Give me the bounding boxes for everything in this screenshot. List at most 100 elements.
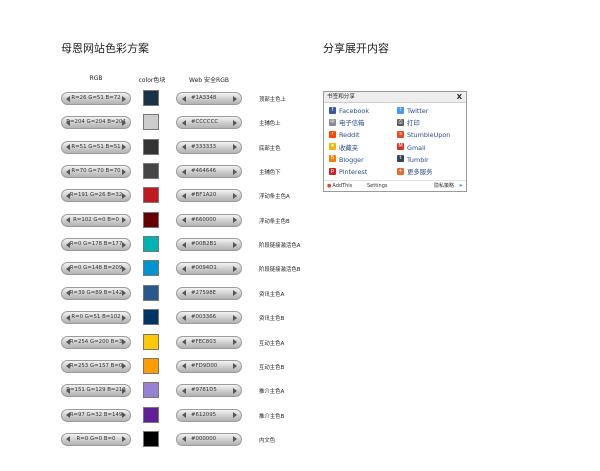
privacy-link[interactable]: 隐私策略 xyxy=(434,181,454,191)
arrow-left-icon[interactable] xyxy=(66,436,70,443)
arrow-right-icon[interactable] xyxy=(233,436,237,443)
web-hex-control[interactable]: #27598E xyxy=(176,286,242,300)
arrow-left-icon[interactable] xyxy=(66,387,70,394)
arrow-left-icon[interactable] xyxy=(66,95,70,102)
share-service-item[interactable]: f Facebook xyxy=(329,106,369,117)
arrow-left-icon[interactable] xyxy=(66,363,70,370)
rgb-value-control[interactable]: R=102 G=0 B=0 xyxy=(61,213,131,227)
addthis-link[interactable]: ●AddThis xyxy=(327,181,352,191)
web-hex-control[interactable]: #9781D5 xyxy=(176,384,242,398)
arrow-left-icon[interactable] xyxy=(182,339,186,345)
arrow-right-icon[interactable] xyxy=(122,290,126,297)
rgb-value-control[interactable]: R=0 G=178 B=177 xyxy=(61,238,131,252)
arrow-right-icon[interactable] xyxy=(122,119,126,126)
arrow-right-icon[interactable] xyxy=(233,412,237,419)
arrow-left-icon[interactable] xyxy=(182,119,186,126)
web-hex-control[interactable]: #464646 xyxy=(176,165,242,179)
arrow-right-icon[interactable] xyxy=(122,95,126,102)
arrow-left-icon[interactable] xyxy=(66,144,70,151)
arrow-left-icon[interactable] xyxy=(182,363,186,370)
arrow-left-icon[interactable] xyxy=(182,217,186,224)
arrow-right-icon[interactable] xyxy=(233,265,237,272)
settings-link[interactable]: Settings xyxy=(367,181,388,191)
arrow-right-icon[interactable] xyxy=(233,363,237,370)
arrow-left-icon[interactable] xyxy=(66,217,70,224)
arrow-left-icon[interactable] xyxy=(182,168,186,175)
arrow-left-icon[interactable] xyxy=(182,314,186,321)
arrow-left-icon[interactable] xyxy=(66,314,70,321)
arrow-left-icon[interactable] xyxy=(182,290,186,297)
web-hex-control[interactable]: #FD9D00 xyxy=(176,359,242,373)
arrow-right-icon[interactable] xyxy=(233,192,237,199)
arrow-right-icon[interactable] xyxy=(233,241,237,248)
share-service-item[interactable]: ⎙ 打印 xyxy=(397,118,420,129)
arrow-right-icon[interactable] xyxy=(233,339,237,345)
web-hex-control[interactable]: #BF1A20 xyxy=(176,189,242,203)
arrow-left-icon[interactable] xyxy=(66,168,70,175)
arrow-left-icon[interactable] xyxy=(182,387,186,394)
arrow-right-icon[interactable] xyxy=(233,95,237,102)
arrow-left-icon[interactable] xyxy=(66,339,70,345)
arrow-left-icon[interactable] xyxy=(182,265,186,272)
rgb-value-control[interactable]: R=204 G=204 B=204 xyxy=(61,116,131,130)
close-icon[interactable]: X xyxy=(457,92,462,102)
rgb-value-control[interactable]: R=253 G=157 B=0 xyxy=(61,359,131,373)
arrow-right-icon[interactable] xyxy=(122,412,126,419)
arrow-left-icon[interactable] xyxy=(66,119,70,126)
arrow-right-icon[interactable] xyxy=(122,192,126,199)
arrow-right-icon[interactable] xyxy=(122,241,126,248)
arrow-right-icon[interactable] xyxy=(233,387,237,394)
rgb-value-control[interactable]: R=26 G=51 B=72 xyxy=(61,92,131,105)
arrow-right-icon[interactable] xyxy=(233,144,237,151)
rgb-value-control[interactable]: R=97 G=32 B=149 xyxy=(61,408,131,422)
web-hex-control[interactable]: #612095 xyxy=(176,408,242,422)
arrow-left-icon[interactable] xyxy=(66,290,70,297)
web-hex-control[interactable]: #00B2B1 xyxy=(176,238,242,252)
share-service-item[interactable]: p Pinterest xyxy=(329,167,367,178)
arrow-left-icon[interactable] xyxy=(182,144,186,151)
share-service-item[interactable]: r Reddit xyxy=(329,130,359,141)
share-service-item[interactable]: B Blogger xyxy=(329,155,364,166)
web-hex-control[interactable]: #CCCCCC xyxy=(176,116,242,130)
arrow-right-icon[interactable] xyxy=(122,265,126,272)
web-hex-control[interactable]: #0094D1 xyxy=(176,262,242,276)
share-service-item[interactable]: ✉ 电子信箱 xyxy=(329,118,365,129)
arrow-left-icon[interactable] xyxy=(182,412,186,419)
share-service-item[interactable]: + 更多服务 xyxy=(397,167,433,178)
share-service-item[interactable]: t Tumblr xyxy=(397,155,429,166)
web-hex-control[interactable]: #000000 xyxy=(176,432,242,446)
arrow-right-icon[interactable] xyxy=(122,168,126,175)
rgb-value-control[interactable]: R=70 G=70 B=70 xyxy=(61,165,131,179)
share-service-item[interactable]: s StumbleUpon xyxy=(397,130,450,141)
web-hex-control[interactable]: #660000 xyxy=(176,213,242,227)
rgb-value-control[interactable]: R=0 G=0 B=0 xyxy=(61,432,131,446)
arrow-left-icon[interactable] xyxy=(66,192,70,199)
rgb-value-control[interactable]: R=0 G=148 B=209 xyxy=(61,262,131,276)
arrow-left-icon[interactable] xyxy=(182,241,186,248)
arrow-right-icon[interactable] xyxy=(233,168,237,175)
rgb-value-control[interactable]: R=191 G=26 B=32 xyxy=(61,189,131,203)
rgb-value-control[interactable]: R=51 G=51 B=51 xyxy=(61,140,131,154)
web-hex-control[interactable]: #333333 xyxy=(176,140,242,154)
arrow-left-icon[interactable] xyxy=(66,265,70,272)
share-service-item[interactable]: M Gmail xyxy=(397,143,426,154)
share-service-item[interactable]: t Twitter xyxy=(397,106,428,117)
arrow-right-icon[interactable] xyxy=(122,144,126,151)
arrow-left-icon[interactable] xyxy=(182,95,186,102)
arrow-right-icon[interactable] xyxy=(122,436,126,443)
arrow-right-icon[interactable] xyxy=(122,314,126,321)
arrow-right-icon[interactable] xyxy=(233,119,237,126)
rgb-value-control[interactable]: R=0 G=51 B=102 xyxy=(61,311,131,325)
arrow-right-icon[interactable] xyxy=(122,387,126,394)
arrow-right-icon[interactable] xyxy=(122,339,126,345)
arrow-right-icon[interactable] xyxy=(122,217,126,224)
arrow-left-icon[interactable] xyxy=(182,192,186,199)
share-service-item[interactable]: ★ 收藏夹 xyxy=(329,143,358,154)
web-hex-control[interactable]: #FEC803 xyxy=(176,335,242,349)
arrow-left-icon[interactable] xyxy=(182,436,186,443)
web-hex-control[interactable]: #003366 xyxy=(176,311,242,325)
arrow-right-icon[interactable] xyxy=(233,217,237,224)
arrow-left-icon[interactable] xyxy=(66,412,70,419)
arrow-right-icon[interactable] xyxy=(233,290,237,297)
web-hex-control[interactable]: #1A3348 xyxy=(176,92,242,105)
